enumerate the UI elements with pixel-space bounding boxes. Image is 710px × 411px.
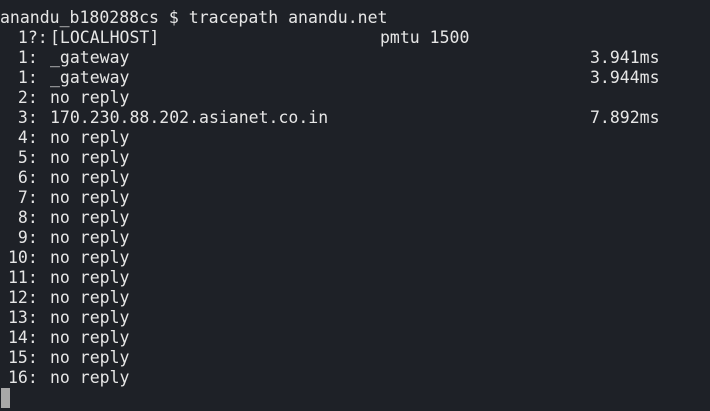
hop-number: 5: bbox=[8, 148, 38, 167]
hop-host: no reply bbox=[50, 308, 130, 327]
hop-host: no reply bbox=[50, 268, 130, 287]
hop-time: 3.944ms bbox=[590, 68, 660, 87]
prompt-user: anandu_b180288cs bbox=[0, 8, 159, 27]
hop-number: 11: bbox=[8, 268, 38, 287]
command-text: tracepath anandu.net bbox=[188, 8, 388, 27]
hop-number: 10: bbox=[8, 248, 38, 267]
hop-number: 4: bbox=[8, 128, 38, 147]
hop-number: 7: bbox=[8, 188, 38, 207]
hop-row: 3: 170.230.88.202.asianet.co.in 7.892ms bbox=[0, 108, 710, 128]
hop-number: 2: bbox=[8, 88, 38, 107]
hop-number: 1: bbox=[8, 68, 38, 87]
hop-row: 8: no reply bbox=[0, 208, 710, 228]
hop-host: no reply bbox=[50, 208, 130, 227]
hop-row: 1: _gateway 3.941ms bbox=[0, 48, 710, 68]
hop-row: 2: no reply bbox=[0, 88, 710, 108]
hop-host: no reply bbox=[50, 188, 130, 207]
hop-pmtu: pmtu 1500 bbox=[380, 28, 470, 47]
prompt-symbol: $ bbox=[168, 8, 179, 27]
terminal-cursor bbox=[1, 388, 10, 408]
hop-number: 6: bbox=[8, 168, 38, 187]
hop-row: 11: no reply bbox=[0, 268, 710, 288]
hop-number: 1: bbox=[8, 48, 38, 67]
hop-row: 13: no reply bbox=[0, 308, 710, 328]
hop-row: 1: _gateway 3.944ms bbox=[0, 68, 710, 88]
hop-host: 170.230.88.202.asianet.co.in bbox=[50, 108, 329, 127]
prompt-line: anandu_b180288cs $ tracepath anandu.net bbox=[0, 8, 387, 28]
hop-row: 9: no reply bbox=[0, 228, 710, 248]
hop-row: 15: no reply bbox=[0, 348, 710, 368]
hop-host: no reply bbox=[50, 128, 130, 147]
hop-time: 7.892ms bbox=[590, 108, 660, 127]
hop-number: 13: bbox=[8, 308, 38, 327]
hop-host: no reply bbox=[50, 228, 130, 247]
hop-number: 1?: bbox=[8, 28, 48, 47]
hop-number: 3: bbox=[8, 108, 38, 127]
hop-host: _gateway bbox=[50, 68, 130, 87]
hop-number: 14: bbox=[8, 328, 38, 347]
hop-host: no reply bbox=[50, 88, 130, 107]
hop-row: 6: no reply bbox=[0, 168, 710, 188]
hop-host: _gateway bbox=[50, 48, 130, 67]
hop-host: no reply bbox=[50, 288, 130, 307]
terminal-window[interactable]: anandu_b180288cs $ tracepath anandu.net … bbox=[0, 0, 710, 411]
hop-host: no reply bbox=[50, 148, 130, 167]
hop-row: 5: no reply bbox=[0, 148, 710, 168]
hop-host: no reply bbox=[50, 168, 130, 187]
hop-row: 10: no reply bbox=[0, 248, 710, 268]
hop-number: 8: bbox=[8, 208, 38, 227]
hop-host: no reply bbox=[50, 368, 130, 387]
hop-number: 9: bbox=[8, 228, 38, 247]
hop-host: no reply bbox=[50, 348, 130, 367]
hop-host: no reply bbox=[50, 248, 130, 267]
hop-row: 7: no reply bbox=[0, 188, 710, 208]
hop-row: 16: no reply bbox=[0, 368, 710, 388]
hop-time: 3.941ms bbox=[590, 48, 660, 67]
hop-number: 12: bbox=[8, 288, 38, 307]
hop-number: 16: bbox=[8, 368, 38, 387]
hop-row: 14: no reply bbox=[0, 328, 710, 348]
hop-row: 4: no reply bbox=[0, 128, 710, 148]
hop-row: 12: no reply bbox=[0, 288, 710, 308]
hop-number: 15: bbox=[8, 348, 38, 367]
hop-host: no reply bbox=[50, 328, 130, 347]
hop-row: 1?: [LOCALHOST] pmtu 1500 bbox=[0, 28, 710, 48]
hop-host: [LOCALHOST] bbox=[50, 28, 160, 47]
